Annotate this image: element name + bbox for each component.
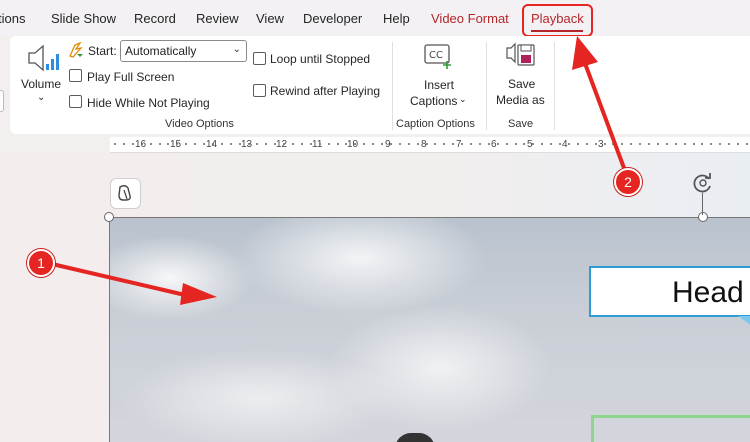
annotation-marker-2: 2 bbox=[614, 168, 642, 196]
annotation-arrows bbox=[51, 36, 626, 305]
arrow-2-head bbox=[572, 36, 598, 70]
arrow-1-shaft bbox=[51, 262, 186, 297]
annotation-marker-1: 1 bbox=[27, 249, 55, 277]
arrow-2-shaft bbox=[581, 57, 626, 169]
arrow-1-head bbox=[180, 283, 217, 305]
